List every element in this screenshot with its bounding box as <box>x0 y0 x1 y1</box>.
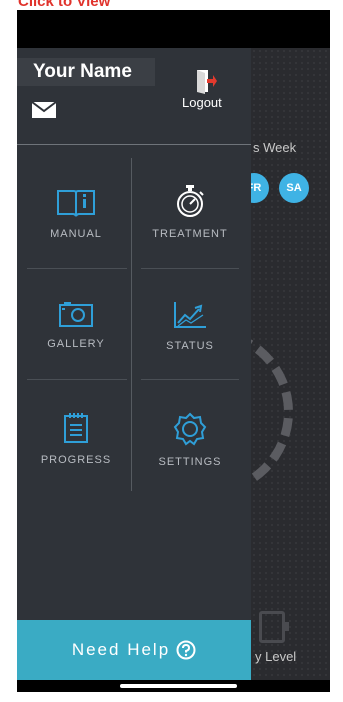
menu-item-manual[interactable]: MANUAL <box>24 188 128 240</box>
battery-icon <box>259 611 289 643</box>
need-help-label: Need Help <box>71 640 171 659</box>
mail-icon[interactable] <box>31 101 57 119</box>
need-help-button[interactable]: Need Help <box>17 620 251 680</box>
camera-icon <box>59 302 93 327</box>
click-to-view-caption[interactable]: Click to View <box>18 0 110 10</box>
menu-item-settings[interactable]: SETTINGS <box>138 412 242 468</box>
menu-item-label: MANUAL <box>50 228 102 240</box>
menu-item-label: SETTINGS <box>158 456 222 468</box>
menu-item-treatment[interactable]: TREATMENT <box>138 184 242 240</box>
week-label: s Week <box>253 140 297 155</box>
navigation-drawer: Your Name Logout MANUAL TREATMENT GALLER… <box>17 48 251 680</box>
header-divider <box>17 144 251 145</box>
battery-level-label: y Level <box>255 649 297 664</box>
gear-icon <box>173 412 207 446</box>
help-question-icon <box>176 640 196 660</box>
chart-icon <box>174 302 206 328</box>
home-indicator <box>120 684 237 688</box>
logout-button[interactable]: Logout <box>182 95 222 110</box>
manual-book-icon <box>57 190 95 217</box>
clipboard-icon <box>64 413 88 443</box>
stopwatch-icon <box>177 185 204 217</box>
menu-item-label: PROGRESS <box>40 454 112 466</box>
phone-screen: s Week FR SA y Level Your Name Logout MA… <box>17 10 330 692</box>
menu-row-divider <box>27 268 127 269</box>
menu-vertical-divider <box>131 158 132 491</box>
day-badge-sa[interactable]: SA <box>279 173 309 203</box>
menu-row-divider <box>141 268 239 269</box>
user-name: Your Name <box>33 61 132 82</box>
menu-row-divider <box>141 379 239 380</box>
menu-item-label: GALLERY <box>47 338 105 350</box>
menu-item-progress[interactable]: PROGRESS <box>24 412 128 466</box>
menu-item-gallery[interactable]: GALLERY <box>24 300 128 350</box>
menu-row-divider <box>27 379 127 380</box>
menu-item-label: TREATMENT <box>152 228 228 240</box>
menu-item-label: STATUS <box>166 340 214 352</box>
logout-door-icon[interactable] <box>195 68 217 94</box>
menu-item-status[interactable]: STATUS <box>138 300 242 352</box>
